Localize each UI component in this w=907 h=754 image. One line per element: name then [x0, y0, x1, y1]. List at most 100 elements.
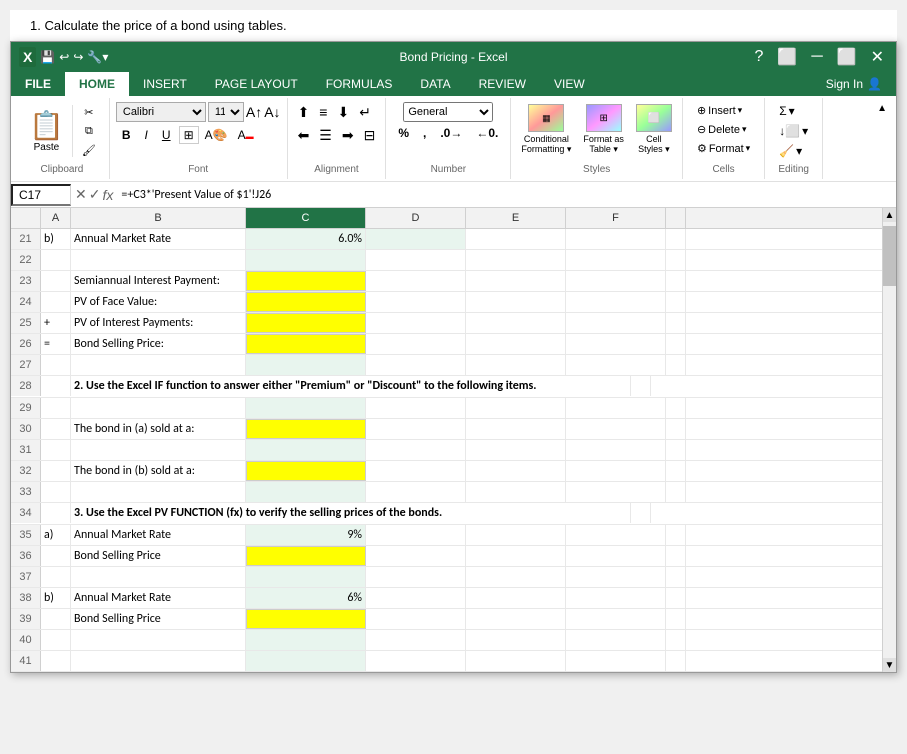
- percent-button[interactable]: %: [392, 124, 415, 142]
- conditional-formatting-button[interactable]: ▦ ConditionalFormatting ▾: [517, 102, 575, 157]
- align-right-button[interactable]: ➡: [338, 125, 358, 146]
- cell-e36[interactable]: [466, 546, 566, 566]
- cell-a25[interactable]: +: [41, 313, 71, 333]
- scroll-up-button[interactable]: ▲: [883, 208, 896, 222]
- cell-d41[interactable]: [366, 651, 466, 671]
- cell-e29[interactable]: [466, 398, 566, 418]
- cut-button[interactable]: ✂: [75, 104, 103, 121]
- clear-button[interactable]: 🧹 ▾: [771, 142, 816, 160]
- clear-dropdown[interactable]: ▾: [796, 144, 802, 158]
- cell-f26[interactable]: [566, 334, 666, 354]
- cell-f33[interactable]: [566, 482, 666, 502]
- cell-e38[interactable]: [466, 588, 566, 608]
- cell-a27[interactable]: [41, 355, 71, 375]
- cell-c25[interactable]: [246, 313, 366, 333]
- cell-b26[interactable]: Bond Selling Price:: [71, 334, 246, 354]
- cell-e33[interactable]: [466, 482, 566, 502]
- col-header-a[interactable]: A: [41, 208, 71, 228]
- cell-a28[interactable]: [41, 376, 71, 396]
- collapse-ribbon-button[interactable]: ▲: [874, 102, 890, 115]
- cancel-formula-icon[interactable]: ✕: [75, 186, 87, 203]
- cell-c30[interactable]: [246, 419, 366, 439]
- font-size-select[interactable]: 11: [208, 102, 244, 122]
- cell-c21[interactable]: 6.0%: [246, 229, 366, 249]
- cell-d24[interactable]: [366, 292, 466, 312]
- cell-f29[interactable]: [566, 398, 666, 418]
- cell-styles-button[interactable]: ⬜ CellStyles ▾: [632, 102, 676, 157]
- redo-icon[interactable]: ↪: [73, 50, 83, 64]
- cell-d39[interactable]: [366, 609, 466, 629]
- tab-data[interactable]: DATA: [406, 72, 464, 96]
- cell-a24[interactable]: [41, 292, 71, 312]
- cell-c22[interactable]: [246, 250, 366, 270]
- cell-c26[interactable]: [246, 334, 366, 354]
- cell-d26[interactable]: [366, 334, 466, 354]
- fill-button[interactable]: ↓⬜ ▾: [771, 122, 816, 140]
- cell-a36[interactable]: [41, 546, 71, 566]
- cell-c23[interactable]: [246, 271, 366, 291]
- cell-d31[interactable]: [366, 440, 466, 460]
- cell-f39[interactable]: [566, 609, 666, 629]
- col-header-c[interactable]: C: [246, 208, 366, 228]
- tab-home[interactable]: HOME: [65, 72, 129, 96]
- cell-a29[interactable]: [41, 398, 71, 418]
- align-center-button[interactable]: ☰: [315, 125, 336, 146]
- merge-cells-button[interactable]: ⊟: [360, 125, 380, 146]
- cell-d35[interactable]: [366, 525, 466, 545]
- maximize-button[interactable]: ⬜: [833, 47, 861, 67]
- format-as-table-button[interactable]: ⊞ Format asTable ▾: [579, 102, 628, 157]
- underline-button[interactable]: U: [156, 126, 177, 144]
- cell-e35[interactable]: [466, 525, 566, 545]
- cell-b31[interactable]: [71, 440, 246, 460]
- cell-d32[interactable]: [366, 461, 466, 481]
- cell-a34[interactable]: [41, 503, 71, 523]
- cell-b40[interactable]: [71, 630, 246, 650]
- cell-e27[interactable]: [466, 355, 566, 375]
- cell-b35[interactable]: Annual Market Rate: [71, 525, 246, 545]
- cell-f40[interactable]: [566, 630, 666, 650]
- cell-f41[interactable]: [566, 651, 666, 671]
- delete-dropdown[interactable]: ▾: [742, 124, 747, 135]
- cell-b29[interactable]: [71, 398, 246, 418]
- font-color-button[interactable]: A▬: [234, 127, 258, 143]
- cell-a21[interactable]: b): [41, 229, 71, 249]
- cell-d21[interactable]: [366, 229, 466, 249]
- border-button[interactable]: ⊞: [179, 126, 199, 144]
- cell-c35[interactable]: 9%: [246, 525, 366, 545]
- cell-a41[interactable]: [41, 651, 71, 671]
- customize-icon[interactable]: 🔧▾: [87, 50, 108, 64]
- cell-e25[interactable]: [466, 313, 566, 333]
- tab-insert[interactable]: INSERT: [129, 72, 201, 96]
- align-middle-button[interactable]: ≡: [315, 102, 331, 123]
- cell-c27[interactable]: [246, 355, 366, 375]
- cell-a23[interactable]: [41, 271, 71, 291]
- italic-button[interactable]: I: [139, 126, 154, 144]
- scrollbar-thumb[interactable]: [883, 226, 896, 286]
- comma-button[interactable]: ,: [417, 124, 432, 142]
- cell-b32[interactable]: The bond in (b) sold at a:: [71, 461, 246, 481]
- cell-c41[interactable]: [246, 651, 366, 671]
- cell-a33[interactable]: [41, 482, 71, 502]
- cell-a22[interactable]: [41, 250, 71, 270]
- cell-b33[interactable]: [71, 482, 246, 502]
- cell-b41[interactable]: [71, 651, 246, 671]
- cell-d38[interactable]: [366, 588, 466, 608]
- cell-f30[interactable]: [566, 419, 666, 439]
- tab-page-layout[interactable]: PAGE LAYOUT: [201, 72, 312, 96]
- cell-e26[interactable]: [466, 334, 566, 354]
- formula-input[interactable]: [117, 186, 896, 204]
- cell-a31[interactable]: [41, 440, 71, 460]
- cell-b38[interactable]: Annual Market Rate: [71, 588, 246, 608]
- insert-dropdown[interactable]: ▾: [738, 105, 743, 116]
- cell-d33[interactable]: [366, 482, 466, 502]
- col-header-b[interactable]: B: [71, 208, 246, 228]
- cell-b25[interactable]: PV of Interest Payments:: [71, 313, 246, 333]
- cell-f32[interactable]: [566, 461, 666, 481]
- cell-e40[interactable]: [466, 630, 566, 650]
- bold-button[interactable]: B: [116, 126, 137, 144]
- help-button[interactable]: ?: [751, 48, 768, 66]
- cell-e39[interactable]: [466, 609, 566, 629]
- cell-c24[interactable]: [246, 292, 366, 312]
- cell-f25[interactable]: [566, 313, 666, 333]
- fill-dropdown[interactable]: ▾: [802, 124, 808, 138]
